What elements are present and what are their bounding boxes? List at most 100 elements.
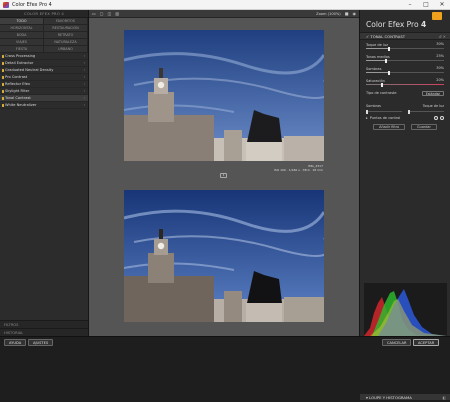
contrast-type-row: Tipo de contraste Estándar	[360, 88, 450, 98]
chevron-right-icon: ›	[83, 67, 85, 72]
filter-label: White Neutralizer	[5, 102, 37, 107]
filter-list: Cross Processing › Detail Extractor › Grad…	[0, 53, 88, 109]
chevron-right-icon: ›	[83, 60, 85, 65]
window-title: Color Efex Pro 4	[12, 1, 52, 8]
control-points-row: ▸ Puntos de control	[360, 114, 450, 122]
add-filter-button[interactable]: Añadir filtro	[373, 124, 406, 130]
filter-section-header[interactable]: ✓ TONAL CONTRAST ↺ ✕	[360, 32, 450, 40]
side-by-side-icon[interactable]: ▥	[115, 11, 119, 16]
filter-actions: Añadir filtro Guardar	[360, 122, 450, 131]
brand-title: Color Efex Pro 4	[360, 10, 450, 32]
category-tab-restoration[interactable]: RESTAURACIÓN	[44, 25, 88, 32]
section-title: TONAL CONTRAST	[370, 34, 406, 39]
help-button[interactable]: AYUDA	[4, 339, 27, 346]
brand-version: 4	[420, 20, 427, 29]
favorite-star-icon[interactable]	[1, 55, 4, 58]
slider-track[interactable]	[366, 58, 444, 63]
slider-handle[interactable]	[388, 70, 391, 75]
filter-label: Graduated Neutral Density	[5, 67, 54, 72]
slider-track[interactable]	[366, 70, 444, 75]
slider-handle[interactable]	[384, 58, 387, 63]
nik-logo-icon	[432, 12, 442, 20]
close-icon[interactable]: ✕	[434, 0, 450, 9]
slider-handle[interactable]	[388, 46, 391, 51]
slider-handle[interactable]	[366, 109, 368, 114]
file-info: IMG_4317 ISO 100 · 1/160 s · f/8.0 · 18 …	[274, 164, 323, 172]
category-tab-travel[interactable]: VIAJES	[0, 39, 44, 46]
slider-value: 20%	[436, 78, 444, 82]
category-grid: TODO FAVORITOS HORIZONTAL RESTAURACIÓN B…	[0, 18, 88, 53]
slider-saturation[interactable]: Saturación 20%	[360, 76, 450, 88]
panel-header: COLOR EFEX PRO 4	[0, 10, 88, 18]
category-tab-portrait[interactable]: RETRATO	[44, 32, 88, 39]
slider-fill	[366, 72, 390, 73]
category-tab-all[interactable]: TODO	[0, 18, 44, 25]
brand-name: Color Efex Pro	[366, 20, 419, 29]
slider-track[interactable]	[366, 82, 444, 87]
chevron-right-icon[interactable]: ▸	[366, 116, 368, 120]
slider-track[interactable]	[366, 46, 444, 51]
bottom-bar: AYUDA AJUSTES CANCELAR ACEPTAR	[0, 336, 450, 360]
chevron-right-icon: ›	[83, 74, 85, 79]
swap-compare-icon[interactable]: ⇕	[220, 173, 227, 178]
filter-label: Pro Contrast	[5, 74, 28, 79]
preview-toolbar: ▭ ▢ ◫ ▥ Zoom (100%) ■ ◉	[89, 10, 359, 18]
slider-fill	[366, 84, 382, 85]
slider-handle[interactable]	[380, 82, 383, 87]
save-button[interactable]: Guardar	[411, 124, 437, 130]
favorite-star-icon[interactable]	[1, 90, 4, 93]
category-tab-nature[interactable]: NATURALEZA	[44, 39, 88, 46]
highlights-label: Toque de luz	[422, 104, 444, 108]
single-view-icon[interactable]: ▢	[100, 11, 104, 16]
favorite-star-icon[interactable]	[1, 83, 4, 86]
slider-highlights[interactable]: Toque de luz 30%	[360, 40, 450, 52]
adjustments-panel: Color Efex Pro 4 ✓ TONAL CONTRAST ↺ ✕ To…	[359, 10, 450, 401]
filter-label: Skylight Filter	[5, 88, 30, 93]
app-icon	[3, 1, 9, 8]
photo-before	[124, 30, 324, 161]
remove-control-point-icon[interactable]	[440, 115, 444, 121]
favorite-star-icon[interactable]	[1, 97, 4, 100]
minimize-icon[interactable]: –	[402, 0, 418, 9]
category-tab-landscape[interactable]: HORIZONTAL	[0, 25, 44, 32]
category-tab-wedding[interactable]: BODA	[0, 32, 44, 39]
toggle-browser-icon[interactable]: ▭	[92, 11, 96, 16]
category-tab-urban[interactable]: URBANO	[44, 46, 88, 53]
slider-label: Toque de luz	[366, 43, 388, 47]
add-control-point-icon[interactable]	[434, 115, 438, 121]
cancel-button[interactable]: CANCELAR	[382, 339, 412, 346]
slider-shadows[interactable]: Sombras 30%	[360, 64, 450, 76]
chevron-right-icon: ›	[83, 102, 85, 107]
filters-section-toggle[interactable]: FILTROS	[0, 320, 88, 328]
slider-midtones[interactable]: Tonos medios 25%	[360, 52, 450, 64]
maximize-icon[interactable]: □	[418, 0, 434, 9]
filter-browser-panel: COLOR EFEX PRO 4 TODO FAVORITOS HORIZONT…	[0, 10, 89, 336]
left-bottom-sections: FILTROS HISTORIAL	[0, 320, 88, 336]
split-view-icon[interactable]: ◫	[108, 11, 112, 16]
loupe-histogram-header[interactable]: ▾ LOUPE Y HISTOGRAMA ◧	[360, 393, 450, 401]
histogram-toggle-icon[interactable]: ◧	[442, 394, 446, 402]
history-section-toggle[interactable]: HISTORIAL	[0, 328, 88, 336]
shadows-slider[interactable]	[366, 109, 402, 114]
filter-label: Reflector Efex	[5, 81, 31, 86]
favorite-star-icon[interactable]	[1, 69, 4, 72]
favorite-star-icon[interactable]	[1, 76, 4, 79]
category-tab-favorites[interactable]: FAVORITOS	[44, 18, 88, 25]
shadows-label: Sombras	[366, 104, 381, 108]
chevron-right-icon: ›	[83, 53, 85, 58]
filter-item-white-neutralizer[interactable]: White Neutralizer ›	[0, 102, 88, 109]
filter-label: Cross Processing	[5, 53, 36, 58]
background-icon[interactable]: ■	[345, 11, 349, 16]
loupe-icon[interactable]: ◉	[353, 11, 357, 16]
contrast-type-label: Tipo de contraste	[366, 91, 397, 95]
file-meta: ISO 100 · 1/160 s · f/8.0 · 18 mm	[273, 168, 323, 172]
highlights-slider[interactable]	[408, 109, 444, 114]
contrast-type-select[interactable]: Estándar	[421, 90, 444, 96]
settings-button[interactable]: AJUSTES	[28, 339, 54, 346]
slider-handle[interactable]	[408, 109, 410, 114]
favorite-star-icon[interactable]	[1, 104, 4, 107]
zoom-selector[interactable]: Zoom (100%)	[316, 12, 341, 16]
accept-button[interactable]: ACEPTAR	[413, 339, 440, 346]
slider-value: 30%	[436, 42, 444, 46]
favorite-star-icon[interactable]	[1, 62, 4, 65]
